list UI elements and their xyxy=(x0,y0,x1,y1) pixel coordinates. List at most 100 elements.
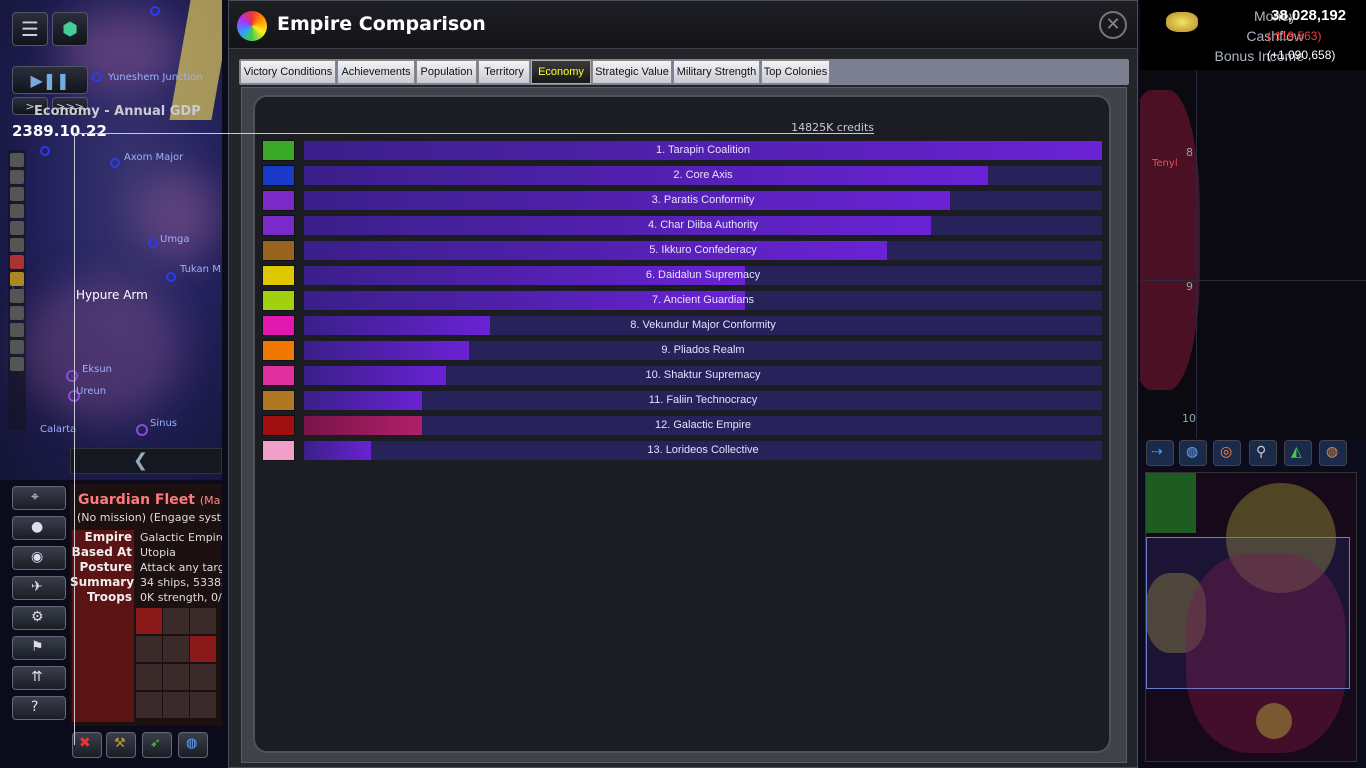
ships-button[interactable]: ✈ xyxy=(12,576,66,600)
move-button[interactable]: ➶ xyxy=(142,732,172,758)
play-pause-icon: ▶❚❚ xyxy=(30,70,70,90)
minimap-viewport[interactable] xyxy=(1146,537,1350,689)
cancel-button[interactable]: ✖ xyxy=(72,732,102,758)
filter-icon[interactable] xyxy=(10,221,24,235)
radar-icon[interactable]: ◭ xyxy=(1284,440,1312,466)
filter-icon[interactable] xyxy=(10,357,24,371)
help-button[interactable]: ⬢ xyxy=(52,12,88,46)
chart-title: Economy - Annual GDP xyxy=(34,104,201,119)
ship-icon[interactable] xyxy=(136,636,162,662)
expansion-button[interactable]: ⇈ xyxy=(12,666,66,690)
play-pause-button[interactable]: ▶❚❚ xyxy=(12,66,88,94)
ship-icon[interactable] xyxy=(190,636,216,662)
map-filter-strip[interactable] xyxy=(8,150,26,430)
filter-icon[interactable] xyxy=(10,153,24,167)
system-label[interactable]: Tenyl xyxy=(1152,158,1178,169)
system-label[interactable]: Calarta xyxy=(40,424,76,435)
fleet-arrow-icon[interactable]: ⇢ xyxy=(1146,440,1174,466)
filter-icon[interactable] xyxy=(10,238,24,252)
chart-bar-row[interactable]: 9. Pliados Realm xyxy=(304,341,1102,360)
empire-flag-icon xyxy=(262,340,295,361)
colonies-button[interactable]: ● xyxy=(12,516,66,540)
tab-military-strength[interactable]: Military Strength xyxy=(673,60,760,84)
galaxy-minimap[interactable] xyxy=(1145,472,1357,762)
ship-icon[interactable] xyxy=(190,692,216,718)
chart-bar-row[interactable]: 1. Tarapin Coalition xyxy=(304,141,1102,160)
mine-button[interactable]: ⚒ xyxy=(106,732,136,758)
chart-bar-label: 2. Core Axis xyxy=(673,169,733,181)
tab-economy[interactable]: Economy xyxy=(531,60,591,84)
arrows-up-icon: ⇈ xyxy=(31,669,43,685)
fleet-title[interactable]: Guardian Fleet (Master xyxy=(78,492,220,508)
selection-scroll-bar[interactable]: ❮ xyxy=(70,448,222,474)
filter-icon[interactable] xyxy=(10,272,24,286)
chart-bar-row[interactable]: 13. Lorideos Collective xyxy=(304,441,1102,460)
filter-icon[interactable] xyxy=(10,306,24,320)
planet-orbit-icon[interactable]: ◎ xyxy=(1213,440,1241,466)
dialog-header: Empire Comparison ✕ xyxy=(229,1,1137,49)
empire-flag-icon xyxy=(262,415,295,436)
system-label[interactable]: Umga xyxy=(160,234,190,245)
globe-icon[interactable]: ◍ xyxy=(1179,440,1207,466)
close-button[interactable]: ✕ xyxy=(1099,11,1127,39)
tab-territory[interactable]: Territory xyxy=(478,60,530,84)
empire-flag-icon xyxy=(262,165,295,186)
menu-button[interactable]: ☰ xyxy=(12,12,48,46)
design-button[interactable]: ⚙ xyxy=(12,606,66,630)
filter-icon[interactable] xyxy=(10,170,24,184)
empire-button[interactable]: ⚑ xyxy=(12,636,66,660)
filter-icon[interactable] xyxy=(10,289,24,303)
filter-icon[interactable] xyxy=(10,340,24,354)
locate-button[interactable]: ⌖ xyxy=(12,486,66,510)
ship-icon[interactable] xyxy=(136,608,162,634)
chart-bar-row[interactable]: 3. Paratis Conformity xyxy=(304,191,1102,210)
ship-icon[interactable] xyxy=(136,664,162,690)
tab-victory-conditions[interactable]: Victory Conditions xyxy=(240,60,336,84)
chart-bar-row[interactable]: 6. Daidalun Supremacy xyxy=(304,266,1102,285)
close-icon: ✕ xyxy=(1105,14,1121,35)
filter-icon[interactable] xyxy=(10,187,24,201)
chart-bar-row[interactable]: 2. Core Axis xyxy=(304,166,1102,185)
chart-bar-row[interactable]: 8. Vekundur Major Conformity xyxy=(304,316,1102,335)
explore-button[interactable]: ◍ xyxy=(178,732,208,758)
ship-icon[interactable] xyxy=(163,636,189,662)
system-label[interactable]: Eksun xyxy=(82,364,112,375)
dish-icon[interactable]: ⚲ xyxy=(1249,440,1277,466)
ship-icon[interactable] xyxy=(190,664,216,690)
system-label[interactable]: Yuneshem Junction xyxy=(108,72,203,83)
chart-bar-row[interactable]: 7. Ancient Guardians xyxy=(304,291,1102,310)
galaxy-globe-icon[interactable]: ◍ xyxy=(1319,440,1347,466)
filter-icon[interactable] xyxy=(10,204,24,218)
filter-icon[interactable] xyxy=(10,323,24,337)
filter-icon[interactable] xyxy=(10,255,24,269)
chart-bar-row[interactable]: 11. Faliin Technocracy xyxy=(304,391,1102,410)
chart-bar-label: 8. Vekundur Major Conformity xyxy=(630,319,776,331)
system-label[interactable]: Tukan M xyxy=(180,264,221,275)
game-date: 2389.10.22 xyxy=(12,122,107,140)
chart-bar-row[interactable]: 12. Galactic Empire xyxy=(304,416,1102,435)
chart-bar-row[interactable]: 10. Shaktur Supremacy xyxy=(304,366,1102,385)
chevron-left-icon[interactable]: ❮ xyxy=(133,450,148,471)
globe-icon: ◍ xyxy=(186,736,198,751)
system-label[interactable]: Axom Major xyxy=(124,152,183,163)
ship-icon[interactable] xyxy=(163,608,189,634)
tab-strategic-value[interactable]: Strategic Value xyxy=(592,60,672,84)
ship-icon[interactable] xyxy=(163,692,189,718)
ship-icon[interactable] xyxy=(190,608,216,634)
chart-bar-row[interactable]: 4. Char Diiba Authority xyxy=(304,216,1102,235)
chart-bar-label: 13. Lorideos Collective xyxy=(647,444,759,456)
system-label[interactable]: Sinus xyxy=(150,418,177,429)
intelligence-button[interactable]: ◉ xyxy=(12,546,66,570)
help-button[interactable]: ? xyxy=(12,696,66,720)
tab-top-colonies[interactable]: Top Colonies xyxy=(761,60,830,84)
tab-population[interactable]: Population xyxy=(416,60,477,84)
system-label[interactable]: Ureun xyxy=(76,386,106,397)
main-map-view[interactable]: 8 9 10 Tenyl xyxy=(1140,70,1366,438)
fleet-mission: (No mission) (Engage system xyxy=(77,511,221,524)
chart-bar-row[interactable]: 5. Ikkuro Confederacy xyxy=(304,241,1102,260)
tab-achievements[interactable]: Achievements xyxy=(337,60,415,84)
empire-flag-icon xyxy=(262,190,295,211)
ship-icon[interactable] xyxy=(163,664,189,690)
ship-icon[interactable] xyxy=(136,692,162,718)
list-icon: ☰ xyxy=(21,17,39,41)
